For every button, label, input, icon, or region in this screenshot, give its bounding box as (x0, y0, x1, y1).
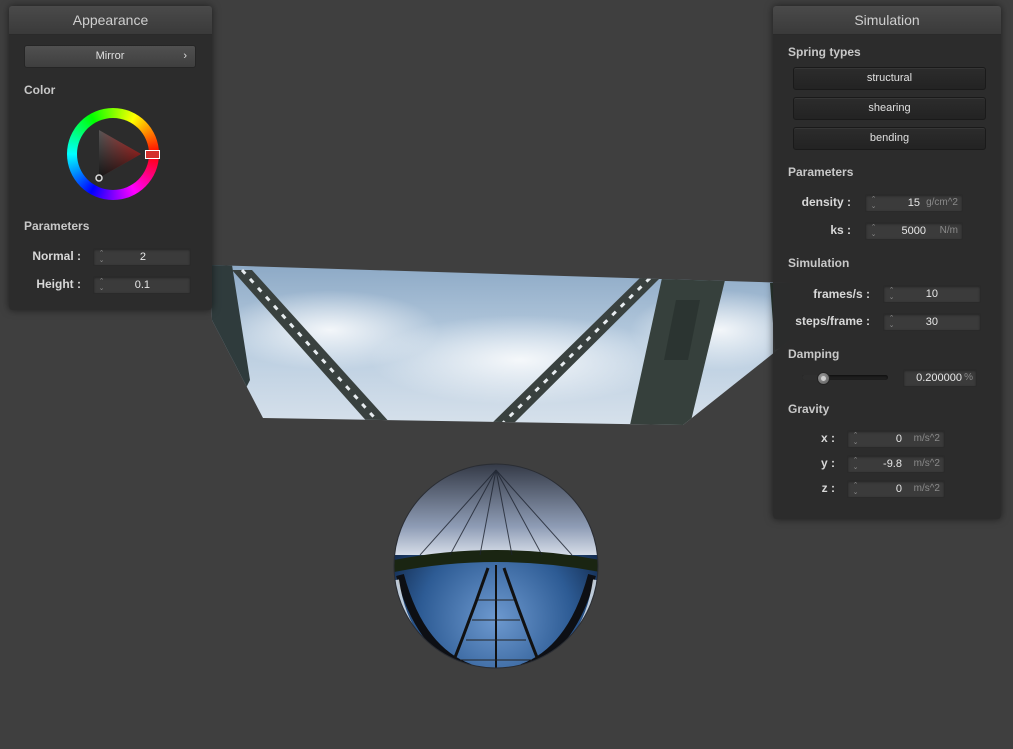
gravity-y-input[interactable]: ⌃ ⌄ -9.8 m/s^2 (847, 455, 945, 473)
steps-input[interactable]: ⌃ ⌄ 30 (883, 313, 981, 331)
cloth-mesh (210, 265, 790, 425)
gravity-y-unit: m/s^2 (913, 458, 940, 469)
steps-value: 30 (925, 316, 938, 328)
spinner-icon[interactable]: ⌃ ⌄ (852, 457, 859, 471)
spinner-icon[interactable]: ⌃ ⌄ (852, 432, 859, 446)
gravity-x-label: x : (820, 431, 835, 445)
gravity-x-value: 0 (895, 433, 902, 445)
shader-select-button[interactable]: Mirror › (24, 45, 196, 68)
gravity-z-value: 0 (895, 483, 902, 495)
normal-label: Normal : (32, 249, 81, 263)
normal-input[interactable]: ⌃ ⌄ 2 (93, 248, 191, 266)
spinner-icon[interactable]: ⌃ ⌄ (852, 482, 859, 496)
mirror-sphere (394, 464, 598, 668)
structural-button[interactable]: structural (793, 67, 986, 90)
chevron-right-icon: › (183, 50, 187, 62)
damping-label: Damping (788, 347, 840, 361)
hue-marker[interactable] (145, 150, 160, 159)
density-unit: g/cm^2 (926, 197, 958, 208)
appearance-parameters-label: Parameters (24, 219, 90, 233)
bending-button[interactable]: bending (793, 127, 986, 150)
sim-parameters-label: Parameters (788, 165, 854, 179)
gravity-y-value: -9.8 (883, 458, 902, 470)
density-label: density : (801, 195, 851, 209)
damping-input[interactable]: 0.200000 % (903, 369, 977, 387)
ks-unit: N/m (939, 225, 958, 236)
density-input[interactable]: ⌃ ⌄ 15 g/cm^2 (865, 194, 963, 212)
gravity-x-input[interactable]: ⌃ ⌄ 0 m/s^2 (847, 430, 945, 448)
shearing-button[interactable]: shearing (793, 97, 986, 120)
spinner-icon[interactable]: ⌃ ⌄ (888, 315, 895, 329)
gravity-z-label: z : (821, 481, 835, 495)
spinner-icon[interactable]: ⌃ ⌄ (98, 278, 105, 292)
fps-input[interactable]: ⌃ ⌄ 10 (883, 285, 981, 303)
gravity-z-unit: m/s^2 (913, 483, 940, 494)
simulation-section-label: Simulation (788, 256, 850, 270)
appearance-panel: Appearance Mirror › Color Parameters Nor… (9, 6, 212, 310)
ks-value: 5000 (901, 225, 926, 237)
normal-value: 2 (139, 251, 146, 263)
fps-label: frames/s : (813, 287, 870, 301)
color-wheel[interactable] (67, 108, 160, 200)
shader-select-label: Mirror (95, 50, 125, 62)
render-viewport[interactable]: Appearance Mirror › Color Parameters Nor… (0, 0, 1013, 749)
ks-input[interactable]: ⌃ ⌄ 5000 N/m (865, 222, 963, 240)
gravity-z-input[interactable]: ⌃ ⌄ 0 m/s^2 (847, 480, 945, 498)
steps-label: steps/frame : (795, 314, 870, 328)
damping-slider-knob[interactable] (817, 372, 830, 385)
height-label: Height : (36, 277, 81, 291)
fps-value: 10 (925, 288, 938, 300)
ks-label: ks : (830, 223, 851, 237)
spinner-icon[interactable]: ⌃ ⌄ (870, 224, 877, 238)
density-value: 15 (907, 197, 920, 209)
gravity-y-label: y : (820, 456, 835, 470)
spinner-icon[interactable]: ⌃ ⌄ (888, 287, 895, 301)
appearance-panel-title[interactable]: Appearance (9, 6, 212, 35)
simulation-panel-title[interactable]: Simulation (773, 6, 1001, 35)
spinner-icon[interactable]: ⌃ ⌄ (98, 250, 105, 264)
height-value: 0.1 (134, 279, 150, 291)
simulation-panel: Simulation Spring types structural shear… (773, 6, 1001, 519)
spring-types-label: Spring types (788, 45, 861, 59)
gravity-x-unit: m/s^2 (913, 433, 940, 444)
damping-value: 0.200000 (916, 372, 962, 384)
damping-slider[interactable] (802, 372, 888, 385)
color-section-label: Color (24, 83, 56, 97)
spinner-icon[interactable]: ⌃ ⌄ (870, 196, 877, 210)
gravity-label: Gravity (788, 402, 830, 416)
height-input[interactable]: ⌃ ⌄ 0.1 (93, 276, 191, 294)
damping-unit: % (964, 372, 973, 383)
